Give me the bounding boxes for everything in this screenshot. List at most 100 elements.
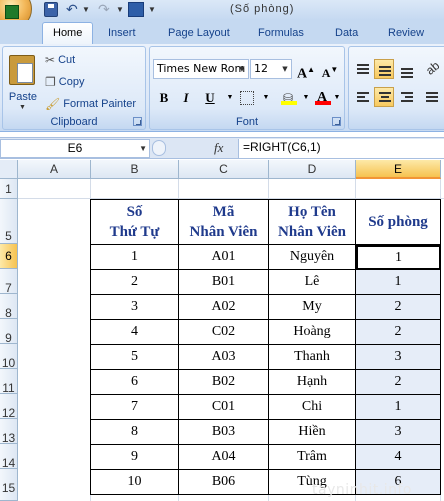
align-left-icon[interactable] — [352, 87, 372, 107]
name-box[interactable]: E6 ▼ — [0, 139, 150, 158]
cell-ho-ten[interactable]: Hiền — [269, 420, 356, 445]
top-align-icon[interactable] — [352, 59, 372, 79]
copy-button[interactable]: ❐ Copy — [45, 73, 84, 91]
cell-stt[interactable]: 4 — [90, 320, 179, 345]
cell-stt[interactable]: 2 — [90, 270, 179, 295]
font-name-select[interactable]: Times New Rom ▼ — [153, 59, 249, 79]
indent-icon[interactable] — [421, 87, 441, 107]
tab-review[interactable]: Review — [388, 24, 424, 44]
cell-so-phong[interactable]: 1 — [356, 270, 441, 295]
cell-stt[interactable]: 7 — [90, 395, 179, 420]
format-painter-button[interactable]: 🖌 Format Painter — [45, 95, 136, 113]
cell-ho-ten[interactable]: Nguyên — [269, 245, 356, 270]
shrink-font-button[interactable]: A▼ — [320, 59, 340, 80]
row-header-15[interactable]: 15 — [0, 469, 18, 501]
cell-so-phong[interactable]: 4 — [356, 445, 441, 470]
cell-ma-nv[interactable]: A04 — [179, 445, 269, 470]
clipboard-launcher-icon[interactable] — [133, 117, 142, 126]
cell-stt[interactable]: 10 — [90, 470, 179, 495]
cell-so-phong[interactable]: 3 — [356, 345, 441, 370]
redo-dropdown-icon[interactable]: ▼ — [116, 2, 124, 17]
header-cell-ho-ten[interactable]: Họ Tên Nhân Viên — [269, 199, 356, 245]
customize-qat-icon[interactable]: ▼ — [148, 2, 156, 17]
cell-ma-nv[interactable]: B01 — [179, 270, 269, 295]
cell-stt[interactable]: 9 — [90, 445, 179, 470]
column-header-c[interactable]: C — [179, 160, 269, 179]
row-header-14[interactable]: 14 — [0, 444, 18, 470]
cell-ma-nv[interactable]: A01 — [179, 245, 269, 270]
spreadsheet-grid[interactable]: A B C D E 1 5 6 7 8 9 10 11 12 13 14 15 … — [0, 160, 444, 501]
sort-icon[interactable] — [128, 2, 144, 17]
tab-formulas[interactable]: Formulas — [258, 24, 304, 44]
save-icon[interactable] — [44, 2, 58, 17]
cell-so-phong[interactable]: 3 — [356, 420, 441, 445]
cell-ma-nv[interactable]: B03 — [179, 420, 269, 445]
grow-font-button[interactable]: A▲ — [296, 59, 316, 82]
font-launcher-icon[interactable] — [332, 117, 341, 126]
cell-ma-nv[interactable]: A02 — [179, 295, 269, 320]
header-cell-ma-nv[interactable]: Mã Nhân Viên — [179, 199, 269, 245]
cell-so-phong[interactable]: 2 — [356, 370, 441, 395]
column-header-b[interactable]: B — [91, 160, 179, 179]
formula-input[interactable]: =RIGHT(C6,1) — [238, 139, 444, 158]
cell-stt[interactable]: 6 — [90, 370, 179, 395]
row-header-6[interactable]: 6 — [0, 244, 18, 269]
underline-button[interactable]: U — [200, 87, 220, 107]
align-center-icon[interactable] — [374, 87, 394, 107]
orientation-icon[interactable]: ab — [421, 58, 442, 79]
row-header-9[interactable]: 9 — [0, 319, 18, 345]
header-cell-so-phong[interactable]: Số phòng — [356, 199, 441, 245]
fill-color-button[interactable]: ⛁ — [278, 87, 298, 107]
cell-ho-ten[interactable]: My — [269, 295, 356, 320]
insert-function-icon[interactable]: fx — [214, 140, 223, 156]
row-header-5[interactable]: 5 — [0, 199, 18, 244]
row-header-11[interactable]: 11 — [0, 369, 18, 395]
redo-icon[interactable]: ↷ — [98, 2, 112, 17]
cell-ma-nv[interactable]: A03 — [179, 345, 269, 370]
bottom-align-icon[interactable] — [396, 59, 416, 79]
header-cell-stt[interactable]: Số Thứ Tự — [90, 199, 179, 245]
align-right-icon[interactable] — [396, 87, 416, 107]
tab-data[interactable]: Data — [335, 24, 358, 44]
borders-dropdown-icon[interactable]: ▼ — [256, 87, 276, 107]
cell-stt[interactable]: 1 — [90, 245, 179, 270]
cell-ho-ten[interactable]: Thanh — [269, 345, 356, 370]
bold-button[interactable]: B — [154, 87, 174, 107]
undo-dropdown-icon[interactable]: ▼ — [82, 2, 90, 17]
column-header-e[interactable]: E — [356, 160, 441, 179]
cell-ho-ten[interactable]: Trâm — [269, 445, 356, 470]
cell-so-phong[interactable]: 2 — [356, 295, 441, 320]
cell-so-phong[interactable]: 1 — [356, 395, 441, 420]
tab-page-layout[interactable]: Page Layout — [168, 24, 230, 44]
font-color-button[interactable]: A — [312, 87, 332, 107]
column-header-a[interactable]: A — [18, 160, 91, 179]
cell-stt[interactable]: 8 — [90, 420, 179, 445]
borders-button[interactable] — [236, 87, 256, 107]
undo-icon[interactable]: ↶ — [66, 2, 80, 17]
italic-button[interactable]: I — [176, 87, 196, 107]
cell-stt[interactable]: 5 — [90, 345, 179, 370]
cell-ho-ten[interactable]: Hoàng — [269, 320, 356, 345]
middle-align-icon[interactable] — [374, 59, 394, 79]
cell-ma-nv[interactable]: C01 — [179, 395, 269, 420]
tab-home[interactable]: Home — [42, 22, 94, 44]
font-size-select[interactable]: 12 ▼ — [250, 59, 292, 79]
cut-button[interactable]: ✂ Cut — [45, 51, 75, 69]
row-header-8[interactable]: 8 — [0, 294, 18, 320]
cell-ma-nv[interactable]: B06 — [179, 470, 269, 495]
select-all-button[interactable] — [0, 160, 18, 179]
cell-ma-nv[interactable]: C02 — [179, 320, 269, 345]
row-header-13[interactable]: 13 — [0, 419, 18, 445]
formula-bar-splitter[interactable] — [152, 140, 166, 156]
font-color-dropdown-icon[interactable]: ▼ — [330, 87, 344, 107]
row-header-10[interactable]: 10 — [0, 344, 18, 370]
column-header-d[interactable]: D — [269, 160, 356, 179]
cell-ho-ten[interactable]: Chi — [269, 395, 356, 420]
paste-button[interactable]: Paste ▼ — [5, 49, 41, 111]
tab-insert[interactable]: Insert — [108, 24, 136, 44]
cell-ho-ten[interactable]: Lê — [269, 270, 356, 295]
cell-so-phong[interactable]: 1 — [356, 245, 441, 270]
cell-ma-nv[interactable]: B02 — [179, 370, 269, 395]
row-header-7[interactable]: 7 — [0, 269, 18, 295]
cell-so-phong[interactable]: 2 — [356, 320, 441, 345]
